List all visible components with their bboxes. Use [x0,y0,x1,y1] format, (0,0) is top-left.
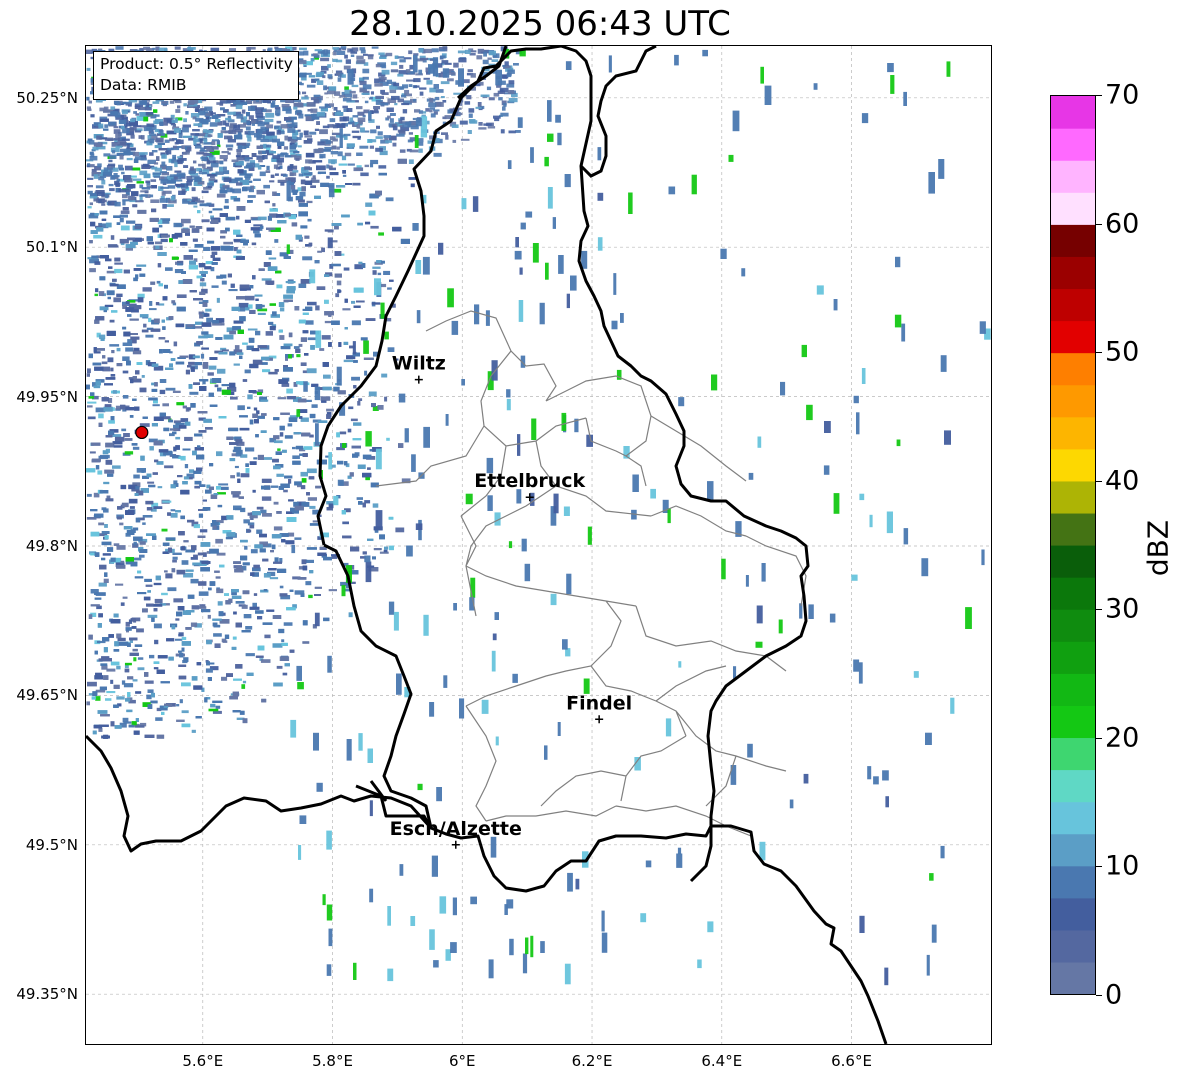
city-label: Ettelbruck [474,470,585,492]
lon-tick-label: 5.6°E [182,1052,224,1070]
colorbar-segment [1051,865,1095,899]
colorbar-tick-label: 70 [1105,79,1140,111]
colorbar-tick [1096,480,1102,482]
colorbar-tick [1096,223,1102,225]
colorbar-segment [1051,609,1095,642]
colorbar-scale [1051,96,1095,994]
colorbar-segment [1051,416,1095,450]
lat-tick-label: 50.1°N [25,238,78,257]
lon-tick-label: 6.4°E [701,1052,743,1070]
reflectivity-echoes [86,46,991,986]
colorbar-tick-label: 60 [1105,208,1140,240]
city-label: Esch/Alzette [390,818,522,840]
colorbar-tick-label: 40 [1105,465,1140,497]
colorbar-tick-label: 50 [1105,336,1140,368]
lat-tick-label: 49.8°N [25,536,78,555]
canton-boundaries [375,310,807,837]
lat-tick-label: 49.5°N [25,835,78,854]
colorbar-segment [1051,673,1095,706]
colorbar-segment [1051,641,1095,674]
colorbar-tick [1096,866,1102,868]
colorbar-tick-label: 10 [1105,850,1140,882]
lat-tick-label: 50.25°N [16,88,78,107]
colorbar-segment [1051,384,1095,418]
lat-tick-label: 49.35°N [16,985,78,1004]
colorbar-segment [1051,545,1095,578]
colorbar-title: dBZ [1141,519,1175,577]
colorbar-segment [1051,288,1095,322]
map-canvas: Wiltz Ettelbruck Findel Esch/Alzette [86,46,991,1044]
colorbar-segment [1051,801,1095,835]
colorbar-segment [1051,705,1095,739]
city-marker [414,375,423,384]
colorbar-tick-label: 20 [1105,722,1140,754]
colorbar-segment [1051,929,1095,963]
colorbar-segment [1051,480,1095,514]
lat-tick-label: 49.95°N [16,387,78,406]
radar-map[interactable]: Wiltz Ettelbruck Findel Esch/Alzette [85,45,992,1045]
colorbar-segment [1051,897,1095,931]
colorbar-segment [1051,96,1095,129]
colorbar-tick [1096,95,1102,96]
city-label: Findel [566,692,632,714]
colorbar-segment [1051,224,1095,257]
colorbar-segment [1051,192,1095,225]
colorbar-segment [1051,320,1095,354]
colorbar-segment [1051,833,1095,867]
lon-tick-label: 5.8°E [312,1052,353,1070]
data-source-label: Data: RMIB [100,76,187,94]
product-info-box: Product: 0.5° Reflectivity Data: RMIB [93,51,299,100]
colorbar-segment [1051,256,1095,290]
colorbar-segment [1051,737,1095,771]
lon-tick-label: 6.6°E [831,1052,872,1070]
colorbar-tick-label: 30 [1105,593,1140,625]
colorbar-tick [1096,352,1102,354]
colorbar-segment [1051,160,1095,193]
colorbar-segment [1051,448,1095,482]
city-marker [595,715,604,724]
radar-site-marker [135,425,149,440]
lat-tick-label: 49.65°N [16,686,78,705]
city-marker [451,840,460,849]
colorbar-segment [1051,577,1095,610]
map-title: 28.10.2025 06:43 UTC [349,4,731,44]
colorbar-segment [1051,352,1095,386]
colorbar-tick [1096,737,1102,739]
product-label: Product: 0.5° Reflectivity [100,55,293,73]
colorbar-tick-label: 0 [1105,979,1123,1011]
colorbar [1050,95,1096,995]
country-borders [86,734,888,1044]
colorbar-segment [1051,128,1095,161]
lon-tick-label: 6.2°E [571,1052,613,1070]
colorbar-tick [1096,995,1102,996]
colorbar-segment [1051,769,1095,803]
lon-tick-label: 6°E [449,1052,476,1070]
colorbar-segment [1051,512,1095,546]
city-label: Wiltz [392,353,446,375]
colorbar-segment [1051,961,1095,994]
colorbar-tick [1096,609,1102,611]
